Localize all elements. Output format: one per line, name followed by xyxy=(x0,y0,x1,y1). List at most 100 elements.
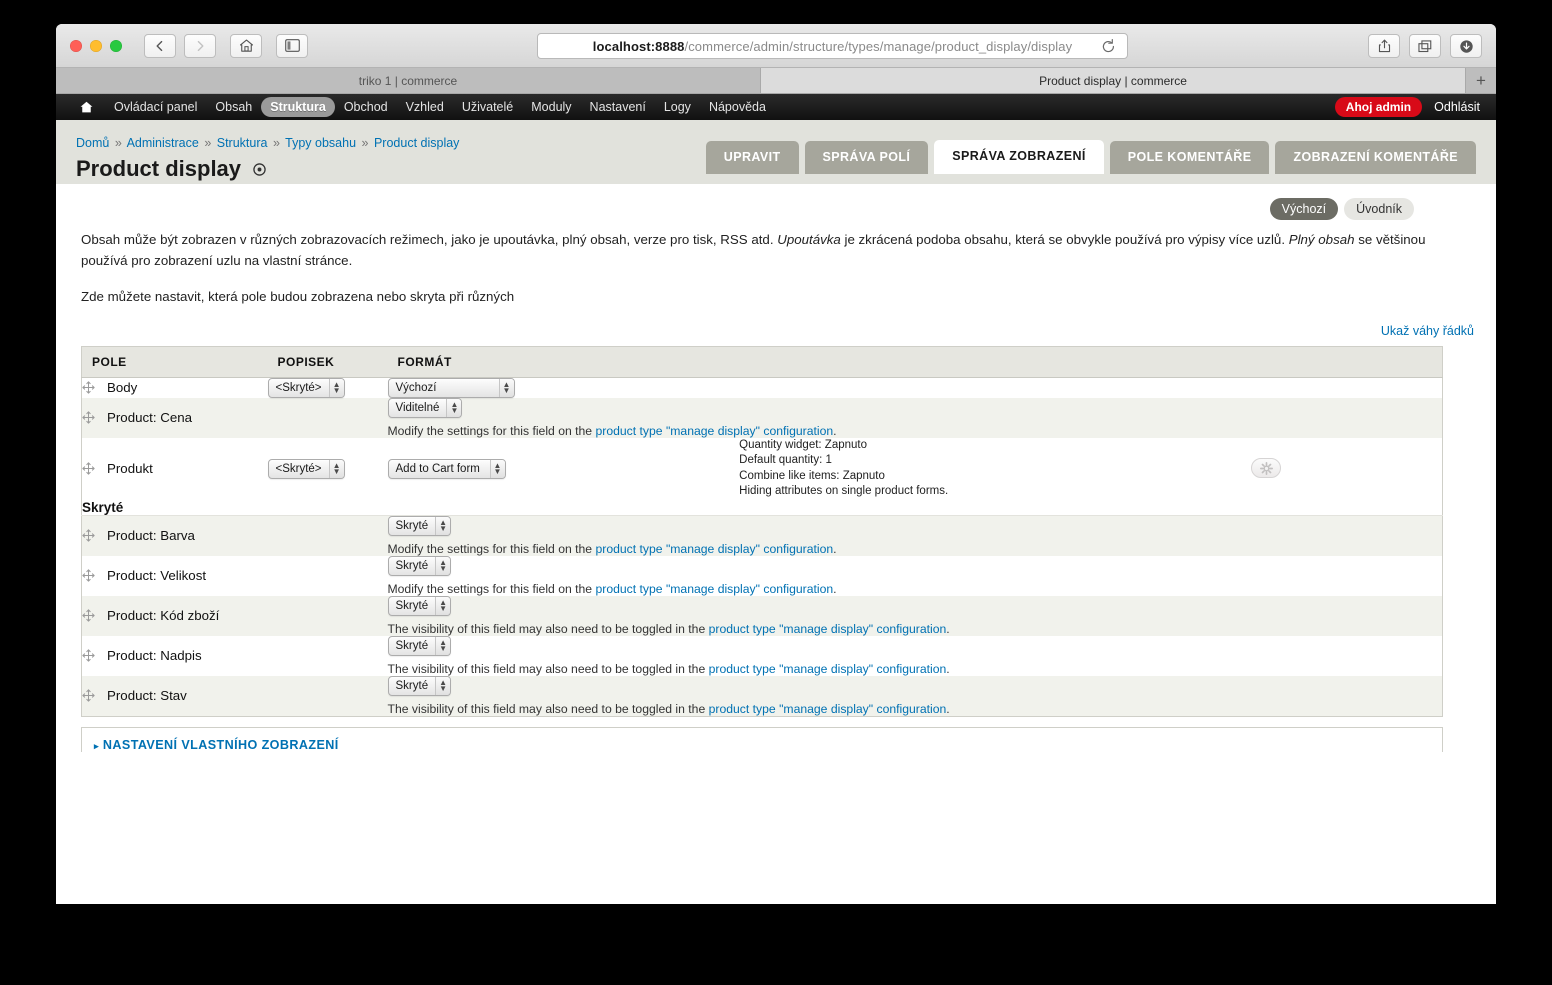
drag-handle-icon[interactable] xyxy=(82,689,95,702)
show-all-tabs-button[interactable] xyxy=(1409,34,1441,58)
format-select[interactable]: Výchozí ▲▼ xyxy=(388,378,515,398)
zoom-window-button[interactable] xyxy=(110,40,122,52)
label-select-value: <Skryté> xyxy=(269,379,329,397)
nav-item-dashboard[interactable]: Ovládací panel xyxy=(105,97,206,117)
format-note-link[interactable]: product type "manage display" configurat… xyxy=(595,424,833,438)
nav-item-help[interactable]: Nápověda xyxy=(700,97,775,117)
reload-icon xyxy=(1100,38,1117,55)
drag-handle-icon[interactable] xyxy=(82,569,95,582)
nav-item-logs[interactable]: Logy xyxy=(655,97,700,117)
field-name-cell: Product: Stav xyxy=(82,676,268,717)
close-window-button[interactable] xyxy=(70,40,82,52)
downloads-button[interactable] xyxy=(1450,34,1482,58)
format-select[interactable]: Skryté ▲▼ xyxy=(388,556,452,576)
summary-line: Quantity widget: Zapnuto xyxy=(739,438,1091,454)
tab-sprava-poli[interactable]: SPRÁVA POLÍ xyxy=(805,141,929,174)
formatter-settings-button[interactable] xyxy=(1251,458,1281,478)
format-note-link[interactable]: product type "manage display" configurat… xyxy=(595,582,833,596)
nav-item-users[interactable]: Uživatelé xyxy=(453,97,522,117)
format-note: The visibility of this field may also ne… xyxy=(388,662,1443,676)
show-row-weights-link[interactable]: Ukaž váhy řádků xyxy=(1381,324,1474,338)
breadcrumb-item-4[interactable]: Product display xyxy=(374,136,459,150)
nav-item-modules[interactable]: Moduly xyxy=(522,97,580,117)
format-cell: Skryté ▲▼ The visibility of this field m… xyxy=(388,636,1443,676)
view-mode-default[interactable]: Výchozí xyxy=(1270,198,1338,220)
back-button[interactable] xyxy=(144,34,176,58)
format-note-text: Modify the settings for this field on th… xyxy=(388,424,596,438)
drag-handle-icon[interactable] xyxy=(82,411,95,424)
sidebar-toggle-button[interactable] xyxy=(276,34,308,58)
chevron-right-icon xyxy=(194,40,206,52)
tab-pole-komentare[interactable]: POLE KOMENTÁŘE xyxy=(1110,141,1270,174)
drag-handle-icon[interactable] xyxy=(82,381,95,394)
tab-upravit[interactable]: UPRAVIT xyxy=(706,141,799,174)
label-select-cell: <Skryté> ▲▼ xyxy=(268,438,388,500)
format-select[interactable]: Skryté ▲▼ xyxy=(388,636,452,656)
nav-item-store[interactable]: Obchod xyxy=(335,97,397,117)
format-note-link[interactable]: product type "manage display" configurat… xyxy=(595,542,833,556)
label-select-cell xyxy=(268,636,388,676)
nav-item-appearance[interactable]: Vzhled xyxy=(397,97,453,117)
table-row: Product: Velikost Skryté ▲▼ Modify the s… xyxy=(82,556,1443,596)
browser-tab-1[interactable]: triko 1 | commerce xyxy=(56,68,761,93)
drag-handle-icon[interactable] xyxy=(82,649,95,662)
format-select-value: Skryté xyxy=(389,597,436,615)
label-select[interactable]: <Skryté> ▲▼ xyxy=(268,378,345,398)
drag-handle-icon[interactable] xyxy=(82,462,95,475)
view-mode-teaser[interactable]: Úvodník xyxy=(1344,198,1414,220)
format-note-link[interactable]: product type "manage display" configurat… xyxy=(709,662,947,676)
format-select[interactable]: Add to Cart form ▲▼ xyxy=(388,459,506,479)
new-tab-button[interactable]: + xyxy=(1466,68,1496,93)
breadcrumb-item-0[interactable]: Domů xyxy=(76,136,109,150)
tab-zobrazeni-komentare[interactable]: ZOBRAZENÍ KOMENTÁŘE xyxy=(1275,141,1476,174)
breadcrumb-item-2[interactable]: Struktura xyxy=(217,136,268,150)
drag-handle-icon[interactable] xyxy=(82,609,95,622)
breadcrumb-item-3[interactable]: Typy obsahu xyxy=(285,136,356,150)
user-greeting-badge[interactable]: Ahoj admin xyxy=(1335,97,1422,117)
format-select[interactable]: Viditelné ▲▼ xyxy=(388,398,463,418)
select-arrow-icon: ▲▼ xyxy=(329,460,344,478)
drag-handle-icon[interactable] xyxy=(82,529,95,542)
nav-item-structure[interactable]: Struktura xyxy=(261,97,335,117)
move-icon xyxy=(82,609,95,622)
custom-display-settings-fieldset[interactable]: ▸NASTAVENÍ VLASTNÍHO ZOBRAZENÍ xyxy=(81,727,1443,752)
logout-link[interactable]: Odhlásit xyxy=(1434,100,1480,114)
gear-icon xyxy=(1260,462,1273,475)
column-header-label: POPISEK xyxy=(268,346,388,377)
browser-tab-2[interactable]: Product display | commerce xyxy=(761,68,1466,93)
format-cell: Skryté ▲▼ Modify the settings for this f… xyxy=(388,556,1443,596)
label-select[interactable]: <Skryté> ▲▼ xyxy=(268,459,345,479)
section-label: Skryté xyxy=(82,500,1443,516)
select-arrow-icon: ▲▼ xyxy=(435,597,450,615)
tab-sprava-zobrazeni[interactable]: SPRÁVA ZOBRAZENÍ xyxy=(934,140,1104,174)
minimize-window-button[interactable] xyxy=(90,40,102,52)
breadcrumb-item-1[interactable]: Administrace xyxy=(127,136,199,150)
browser-tab-bar: triko 1 | commerce Product display | com… xyxy=(56,68,1496,94)
share-button[interactable] xyxy=(1368,34,1400,58)
format-cell: Add to Cart form ▲▼ xyxy=(388,438,740,500)
download-icon xyxy=(1459,39,1474,54)
select-arrow-icon: ▲▼ xyxy=(435,637,450,655)
format-note-link[interactable]: product type "manage display" configurat… xyxy=(709,622,947,636)
format-select[interactable]: Skryté ▲▼ xyxy=(388,516,452,536)
format-note-text: Modify the settings for this field on th… xyxy=(388,542,596,556)
admin-home-icon[interactable] xyxy=(80,101,93,113)
address-bar[interactable]: localhost:8888/commerce/admin/structure/… xyxy=(537,33,1128,59)
format-note-tail: . xyxy=(946,622,949,636)
nav-item-content[interactable]: Obsah xyxy=(206,97,261,117)
forward-button[interactable] xyxy=(184,34,216,58)
page-title-text: Product display xyxy=(76,156,241,182)
format-select[interactable]: Skryté ▲▼ xyxy=(388,596,452,616)
field-name-cell: Product: Barva xyxy=(82,515,268,556)
page-settings-gear-icon[interactable] xyxy=(253,163,266,176)
format-note-link[interactable]: product type "manage display" configurat… xyxy=(709,702,947,716)
format-select-value: Skryté xyxy=(389,557,436,575)
summary-line: Combine like items: Zapnuto xyxy=(739,469,1091,485)
home-button[interactable] xyxy=(230,34,262,58)
format-cell: Skryté ▲▼ The visibility of this field m… xyxy=(388,676,1443,717)
format-note-text: The visibility of this field may also ne… xyxy=(388,662,709,676)
reload-button[interactable] xyxy=(1100,38,1117,55)
select-arrow-icon: ▲▼ xyxy=(446,399,461,417)
format-select[interactable]: Skryté ▲▼ xyxy=(388,676,452,696)
nav-item-configuration[interactable]: Nastavení xyxy=(581,97,655,117)
